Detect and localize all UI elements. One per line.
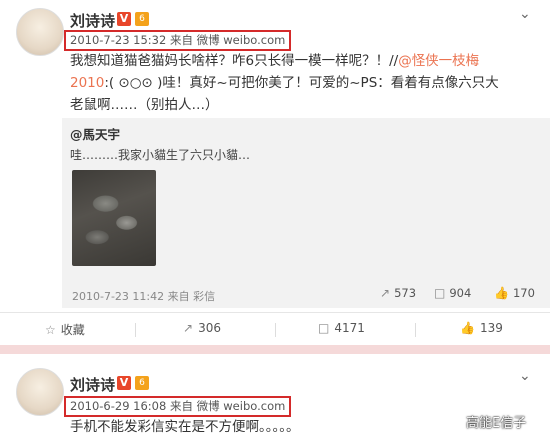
like-count: 139 <box>479 321 503 335</box>
repost-forward-count: 573 <box>394 286 417 300</box>
repost-forward-stat[interactable]: ↗ 573 <box>380 286 416 300</box>
forward-count: 306 <box>198 321 221 335</box>
kittens-photo[interactable] <box>72 170 156 266</box>
repost-author[interactable]: @馬天宇 <box>70 124 120 143</box>
comment-count: 4171 <box>334 321 365 335</box>
avatar[interactable] <box>16 8 64 56</box>
comment-icon: □ <box>318 321 330 335</box>
like-icon: 👍 <box>460 321 475 335</box>
post-timestamp-source: 2010-7-23 15:32 来自 微博 weibo.com <box>64 30 292 51</box>
repost-like-count: 170 <box>512 286 535 300</box>
level-badge-icon: 6 <box>135 376 149 390</box>
divider <box>415 323 416 337</box>
favorite-label: 收藏 <box>60 323 85 337</box>
post-card-1: 刘诗诗 V 6 ⌄ 2010-7-23 15:32 来自 微博 weibo.co… <box>0 0 550 345</box>
favorite-button[interactable]: ☆ 收藏 <box>45 321 85 338</box>
forward-icon: ↗ <box>183 321 194 335</box>
forward-button[interactable]: ↗ 306 <box>183 321 221 335</box>
avatar[interactable] <box>16 368 64 416</box>
comment-button[interactable]: □ 4171 <box>318 321 365 335</box>
repost-text: 哇………我家小貓生了六只小貓… <box>70 148 251 162</box>
chevron-down-icon[interactable]: ⌄ <box>519 368 531 384</box>
author-name[interactable]: 刘诗诗 <box>70 374 115 395</box>
like-icon: 👍 <box>494 286 509 300</box>
like-button[interactable]: 👍 139 <box>460 321 503 335</box>
repost-like-stat[interactable]: 👍 170 <box>494 286 535 300</box>
forward-icon: ↗ <box>380 286 391 300</box>
verified-badge-icon: V <box>117 376 131 390</box>
post-separator <box>0 345 550 354</box>
repost-timestamp: 2010-7-23 11:42 来自 彩信 <box>72 290 216 303</box>
comment-icon: □ <box>434 286 446 300</box>
repost-comment-count: 904 <box>449 286 472 300</box>
verified-badge-icon: V <box>117 12 131 26</box>
level-badge-icon: 6 <box>135 12 149 26</box>
author-name[interactable]: 刘诗诗 <box>70 10 115 31</box>
divider <box>275 323 276 337</box>
post-text: 手机不能发彩信实在是不方便啊。。。。。 <box>70 419 300 435</box>
post-text: 我想知道猫爸猫妈长啥样？咋6只长得一模一样呢？！//@怪侠一枝梅2010:( ⊙… <box>70 50 510 116</box>
repost-block[interactable]: @馬天宇 哇………我家小貓生了六只小貓… 2010-7-23 11:42 来自 … <box>62 118 550 308</box>
post-text-tail: :( ⊙○⊙ )哇！真好~可把你美了！可爱的~PS：看着有点像六只大老鼠啊……（… <box>70 75 499 113</box>
post-card-2: 刘诗诗 V 6 ⌄ 2010-6-29 16:08 来自 微博 weibo.co… <box>0 354 550 441</box>
chevron-down-icon[interactable]: ⌄ <box>519 6 531 22</box>
watermark: 高能E信子 <box>466 416 527 431</box>
divider <box>135 323 136 337</box>
star-icon: ☆ <box>45 323 56 337</box>
post-text-body: 我想知道猫爸猫妈长啥样？咋6只长得一模一样呢？！// <box>70 53 399 69</box>
action-bar: ☆ 收藏 ↗ 306 □ 4171 👍 139 <box>0 312 550 345</box>
post-timestamp-source: 2010-6-29 16:08 来自 微博 weibo.com <box>64 396 292 417</box>
repost-comment-stat[interactable]: □ 904 <box>434 286 471 300</box>
